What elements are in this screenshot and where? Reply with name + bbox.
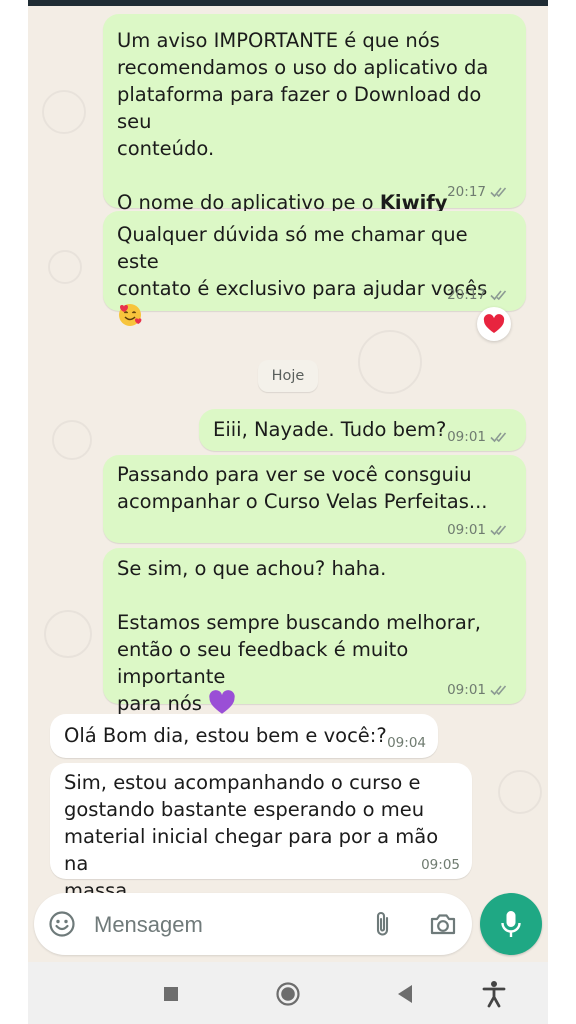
status-bar-edge xyxy=(28,0,548,6)
message-text-part: Um aviso IMPORTANTE é que nós recomendam… xyxy=(117,29,489,214)
smiling-face-with-hearts-icon xyxy=(119,304,142,326)
chat-screen: Um aviso IMPORTANTE é que nós recomendam… xyxy=(28,0,548,1024)
camera-icon[interactable] xyxy=(428,909,458,939)
read-ticks-icon xyxy=(490,432,507,443)
message-text: Passando para ver se você consguiu acomp… xyxy=(117,463,488,513)
message-time: 09:01 xyxy=(447,682,486,698)
message-bubble-outgoing[interactable]: Se sim, o que achou? haha. Estamos sempr… xyxy=(103,548,526,715)
message-composer xyxy=(34,893,472,955)
emoji-icon[interactable] xyxy=(47,909,77,939)
back-icon[interactable] xyxy=(390,980,420,1008)
mic-button[interactable] xyxy=(480,893,542,955)
message-time: 09:01 xyxy=(447,522,486,538)
right-margin xyxy=(548,0,576,1024)
message-time: 20:17 xyxy=(447,287,486,303)
red-heart-icon xyxy=(483,314,505,333)
mic-icon xyxy=(501,911,521,937)
wallpaper-doodle xyxy=(358,330,422,394)
message-time: 20:17 xyxy=(447,184,486,200)
message-meta: 09:05 xyxy=(421,857,460,873)
wallpaper-doodle xyxy=(44,610,92,658)
purple-heart-icon xyxy=(209,690,235,714)
message-bubble-outgoing[interactable]: Um aviso IMPORTANTE é que nós recomendam… xyxy=(103,14,526,241)
recents-icon[interactable] xyxy=(156,980,186,1008)
message-meta: 09:01 xyxy=(447,522,512,538)
message-meta: 09:01 xyxy=(447,429,512,445)
wallpaper-doodle xyxy=(42,90,86,134)
read-ticks-icon xyxy=(490,525,507,536)
message-bubble-outgoing[interactable]: Qualquer dúvida só me chamar que este co… xyxy=(103,211,526,326)
date-separator: Hoje xyxy=(258,360,318,392)
wallpaper-doodle xyxy=(52,420,92,460)
message-time: 09:05 xyxy=(421,857,460,873)
left-margin xyxy=(0,0,28,1024)
read-ticks-icon xyxy=(490,187,507,198)
read-ticks-icon xyxy=(490,685,507,696)
message-text-part: Qualquer dúvida só me chamar que este co… xyxy=(117,223,488,300)
message-bubble-outgoing[interactable]: Passando para ver se você consguiu acomp… xyxy=(103,455,526,543)
system-navigation-bar xyxy=(28,962,548,1024)
home-icon[interactable] xyxy=(273,980,303,1008)
message-time: 09:04 xyxy=(387,735,426,751)
wallpaper-doodle xyxy=(48,250,82,284)
message-text: Qualquer dúvida só me chamar que este co… xyxy=(103,211,526,330)
message-input[interactable] xyxy=(92,907,326,943)
message-meta: 20:17 xyxy=(447,287,512,303)
wallpaper-doodle xyxy=(498,770,542,814)
accessibility-icon[interactable] xyxy=(479,980,509,1008)
reaction-heart[interactable] xyxy=(477,307,511,341)
message-bubble-incoming[interactable]: Olá Bom dia, estou bem e você:? 09:04 xyxy=(50,714,438,758)
message-meta: 20:17 xyxy=(447,184,512,200)
attach-icon[interactable] xyxy=(368,909,398,939)
read-ticks-icon xyxy=(490,290,507,301)
message-text-part: Se sim, o que achou? haha. Estamos sempr… xyxy=(117,557,481,715)
message-meta: 09:04 xyxy=(387,735,426,751)
message-text: Um aviso IMPORTANTE é que nós recomendam… xyxy=(103,14,526,243)
message-bubble-outgoing[interactable]: Eiii, Nayade. Tudo bem? 09:01 xyxy=(199,409,526,451)
message-text: Sim, estou acompanhando o curso e gostan… xyxy=(64,771,439,902)
message-text: Olá Bom dia, estou bem e você:? xyxy=(64,724,387,747)
message-time: 09:01 xyxy=(447,429,486,445)
message-bubble-incoming[interactable]: Sim, estou acompanhando o curso e gostan… xyxy=(50,763,472,902)
message-meta: 09:01 xyxy=(447,682,512,698)
